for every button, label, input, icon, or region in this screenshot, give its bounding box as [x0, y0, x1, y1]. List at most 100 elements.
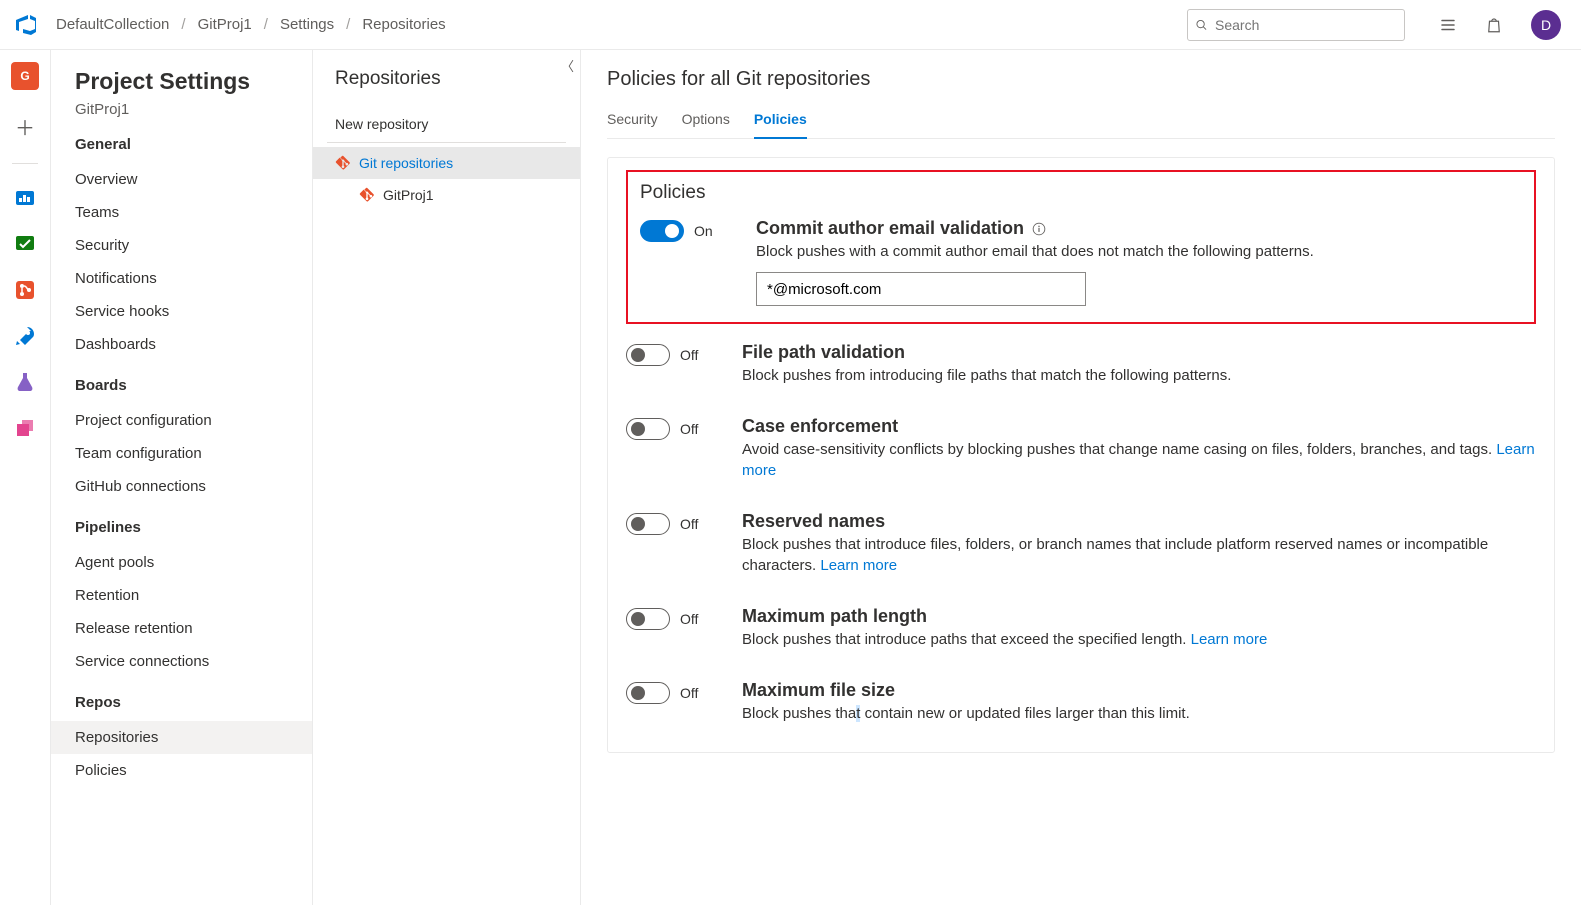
main-content: Policies for all Git repositories Securi… — [580, 50, 1581, 905]
nav-repositories[interactable]: Repositories — [51, 721, 312, 754]
git-icon — [335, 155, 351, 171]
shopping-bag-icon[interactable] — [1485, 16, 1503, 34]
main-title: Policies for all Git repositories — [607, 68, 1555, 91]
nav-agent-pools[interactable]: Agent pools — [75, 546, 312, 579]
search-input[interactable] — [1215, 17, 1396, 33]
toggle-label: Off — [680, 347, 698, 363]
breadcrumb: DefaultCollection / GitProj1 / Settings … — [56, 16, 446, 33]
repo-item-label: GitProj1 — [383, 187, 434, 203]
policy-title-text: Commit author email validation — [756, 218, 1024, 239]
toggle-max-path[interactable] — [626, 608, 670, 630]
policies-card: Policies On Commit author email validati… — [607, 157, 1555, 753]
email-pattern-input[interactable] — [756, 272, 1086, 306]
repositories-column: 〈 Repositories New repository Git reposi… — [312, 50, 580, 905]
search-icon — [1196, 18, 1207, 32]
policy-desc: Block pushes that introduce files, folde… — [742, 534, 1536, 576]
nav-group-boards: Boards — [75, 377, 312, 394]
policy-desc: Block pushes that contain new or updated… — [742, 703, 1536, 724]
artifacts-icon[interactable] — [13, 416, 37, 440]
avatar[interactable]: D — [1531, 10, 1561, 40]
new-repository-button[interactable]: New repository — [313, 106, 580, 142]
learn-more-link[interactable]: Learn more — [1191, 631, 1268, 648]
policy-file-path: Off File path validation Block pushes fr… — [626, 342, 1536, 386]
info-icon[interactable] — [1032, 222, 1046, 236]
policy-desc: Avoid case-sensitivity conflicts by bloc… — [742, 439, 1536, 481]
git-icon — [359, 187, 375, 203]
policy-title: Maximum path length — [742, 606, 1536, 627]
pipelines-icon[interactable] — [13, 324, 37, 348]
tab-security[interactable]: Security — [607, 105, 658, 138]
toggle-label: On — [694, 223, 713, 239]
toggle-label: Off — [680, 685, 698, 701]
nav-github[interactable]: GitHub connections — [75, 470, 312, 503]
nav-group-pipelines: Pipelines — [75, 519, 312, 536]
repo-column-title: Repositories — [313, 68, 580, 90]
nav-service-connections[interactable]: Service connections — [75, 645, 312, 678]
policy-commit-email: On Commit author email validation Block … — [640, 218, 1522, 306]
policy-max-path-length: Off Maximum path length Block pushes tha… — [626, 606, 1536, 650]
toggle-file-path[interactable] — [626, 344, 670, 366]
breadcrumb-item[interactable]: DefaultCollection — [56, 16, 169, 33]
rail-divider — [12, 163, 38, 164]
tab-policies[interactable]: Policies — [754, 105, 807, 139]
nav-team-config[interactable]: Team configuration — [75, 437, 312, 470]
nav-release-retention[interactable]: Release retention — [75, 612, 312, 645]
add-icon[interactable]: ＋ — [11, 112, 39, 141]
policy-reserved-names: Off Reserved names Block pushes that int… — [626, 511, 1536, 576]
toggle-label: Off — [680, 611, 698, 627]
nav-security[interactable]: Security — [75, 229, 312, 262]
nav-overview[interactable]: Overview — [75, 163, 312, 196]
policy-desc: Block pushes with a commit author email … — [756, 241, 1522, 262]
testplans-icon[interactable] — [13, 370, 37, 394]
card-title: Policies — [640, 182, 1522, 204]
repo-item-label: Git repositories — [359, 155, 453, 171]
nav-project-config[interactable]: Project configuration — [75, 404, 312, 437]
policy-desc: Block pushes that introduce paths that e… — [742, 629, 1536, 650]
nav-notifications[interactable]: Notifications — [75, 262, 312, 295]
project-tile[interactable]: G — [11, 62, 39, 90]
repo-item-gitproj1[interactable]: GitProj1 — [313, 179, 580, 211]
policy-title: File path validation — [742, 342, 1536, 363]
top-header: DefaultCollection / GitProj1 / Settings … — [0, 0, 1581, 50]
policy-desc: Block pushes from introducing file paths… — [742, 365, 1536, 386]
nav-retention[interactable]: Retention — [75, 579, 312, 612]
nav-policies[interactable]: Policies — [75, 754, 312, 787]
breadcrumb-sep: / — [346, 16, 350, 33]
highlighted-region: Policies On Commit author email validati… — [626, 170, 1536, 324]
nav-group-repos: Repos — [75, 694, 312, 711]
policy-title: Maximum file size — [742, 680, 1536, 701]
overview-icon[interactable] — [13, 186, 37, 210]
toggle-commit-email[interactable] — [640, 220, 684, 242]
learn-more-link[interactable]: Learn more — [820, 557, 897, 574]
breadcrumb-sep: / — [264, 16, 268, 33]
repos-icon[interactable] — [13, 278, 37, 302]
nav-dashboards[interactable]: Dashboards — [75, 328, 312, 361]
list-icon[interactable] — [1439, 16, 1457, 34]
boards-icon[interactable] — [13, 232, 37, 256]
nav-group-general: General — [75, 136, 312, 153]
project-name: GitProj1 — [75, 101, 312, 118]
policy-title: Commit author email validation — [756, 218, 1522, 239]
toggle-case-enforcement[interactable] — [626, 418, 670, 440]
policy-case-enforcement: Off Case enforcement Avoid case-sensitiv… — [626, 416, 1536, 481]
breadcrumb-item[interactable]: Repositories — [362, 16, 445, 33]
breadcrumb-sep: / — [181, 16, 185, 33]
header-icons: D — [1439, 10, 1561, 40]
breadcrumb-item[interactable]: Settings — [280, 16, 334, 33]
nav-teams[interactable]: Teams — [75, 196, 312, 229]
tabs: Security Options Policies — [607, 105, 1555, 139]
page-title: Project Settings — [75, 68, 312, 95]
toggle-label: Off — [680, 516, 698, 532]
settings-sidebar: Project Settings GitProj1 General Overvi… — [50, 50, 312, 905]
policy-max-file-size: Off Maximum file size Block pushes that … — [626, 680, 1536, 724]
repo-item-git-repositories[interactable]: Git repositories — [313, 147, 580, 179]
collapse-column-icon[interactable]: 〈 — [561, 56, 574, 75]
breadcrumb-item[interactable]: GitProj1 — [198, 16, 252, 33]
nav-service-hooks[interactable]: Service hooks — [75, 295, 312, 328]
toggle-label: Off — [680, 421, 698, 437]
toggle-reserved-names[interactable] — [626, 513, 670, 535]
policy-title: Case enforcement — [742, 416, 1536, 437]
tab-options[interactable]: Options — [682, 105, 730, 138]
search-input-wrapper[interactable] — [1187, 9, 1405, 41]
toggle-max-file-size[interactable] — [626, 682, 670, 704]
